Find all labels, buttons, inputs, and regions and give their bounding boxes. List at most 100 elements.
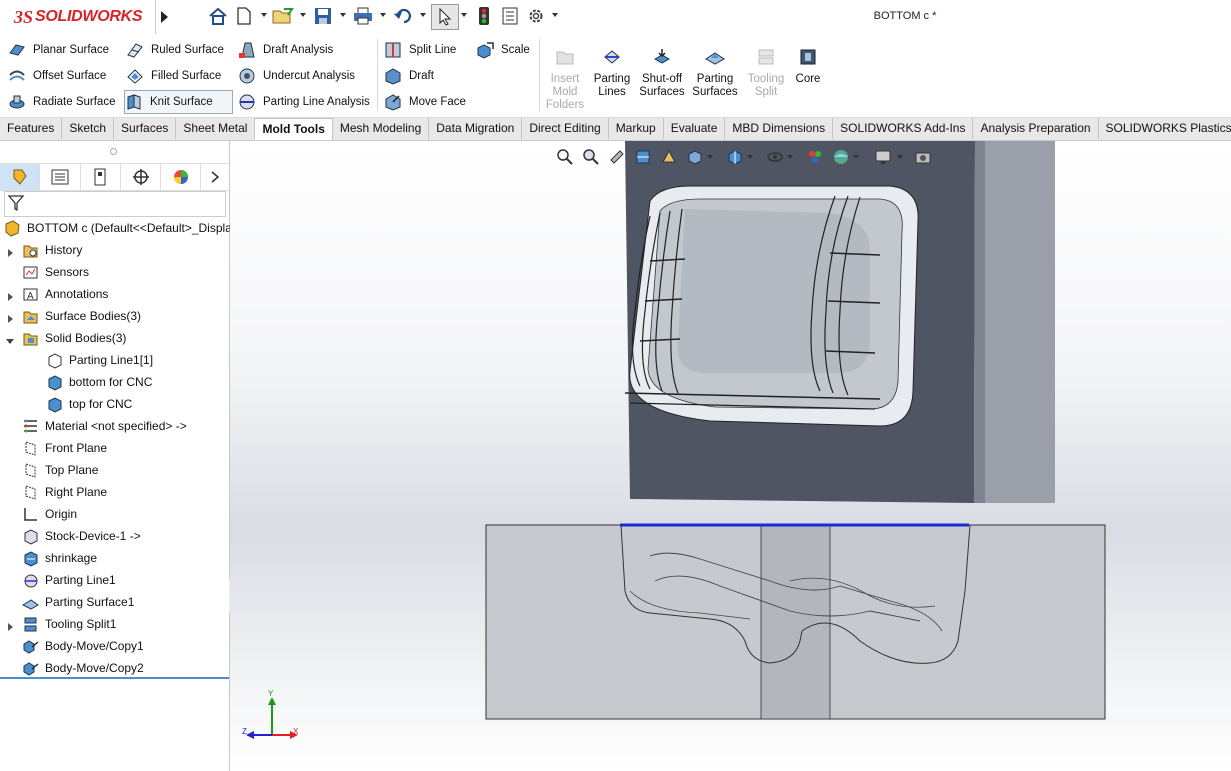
home-icon[interactable] <box>207 6 229 26</box>
move-face-button[interactable]: Move Face <box>384 91 466 113</box>
tab-data-migration[interactable]: Data Migration <box>429 118 523 139</box>
tab-mesh-modeling[interactable]: Mesh Modeling <box>333 118 430 139</box>
tree-item-sensors[interactable]: Sensors <box>0 261 235 283</box>
apply-scene-icon[interactable] <box>832 148 850 166</box>
open-dropdown-chevron-icon[interactable] <box>300 13 306 17</box>
tab-mold-tools[interactable]: Mold Tools <box>255 118 333 140</box>
menu-expand-arrow-icon[interactable] <box>158 7 170 27</box>
display-manager-tab[interactable] <box>161 164 202 190</box>
print-icon[interactable] <box>352 6 374 26</box>
file-properties-icon[interactable] <box>499 6 521 26</box>
scale-button[interactable]: Scale <box>476 39 530 61</box>
edit-appearance-icon[interactable] <box>806 148 824 166</box>
tree-filter-box[interactable] <box>4 191 226 217</box>
expand-chevron-icon[interactable] <box>6 246 14 257</box>
view-orientation-icon[interactable] <box>686 148 704 166</box>
tree-item-annotations[interactable]: A Annotations <box>0 283 235 305</box>
tab-direct-editing[interactable]: Direct Editing <box>522 118 609 139</box>
filter-icon[interactable] <box>7 194 25 212</box>
tab-solidworks-plastics[interactable]: SOLIDWORKS Plastics <box>1099 118 1231 139</box>
tab-sheet-metal[interactable]: Sheet Metal <box>176 118 256 139</box>
panel-tabs-more-chevron-icon[interactable] <box>201 164 229 190</box>
bottom-mold-block[interactable] <box>485 523 1106 720</box>
graphics-area[interactable]: Y Z X <box>230 141 1231 771</box>
draft-analysis-button[interactable]: Draft Analysis <box>238 39 333 61</box>
shut-off-surfaces-button[interactable]: Shut-off Surfaces <box>638 47 686 99</box>
tree-item-top-plane[interactable]: Top Plane <box>0 459 235 481</box>
tab-mbd-dimensions[interactable]: MBD Dimensions <box>725 118 834 139</box>
tree-item-bottom-for-cnc[interactable]: bottom for CNC <box>0 371 259 393</box>
parting-line-analysis-button[interactable]: Parting Line Analysis <box>238 91 370 113</box>
property-manager-tab[interactable] <box>40 164 81 190</box>
ruled-surface-button[interactable]: Ruled Surface <box>126 39 224 61</box>
options-icon[interactable] <box>525 6 547 26</box>
panel-resize-grip[interactable] <box>110 148 117 155</box>
filled-surface-button[interactable]: Filled Surface <box>126 65 221 87</box>
previous-view-icon[interactable] <box>608 148 626 166</box>
open-icon[interactable] <box>272 6 294 26</box>
display-style-chevron-icon[interactable] <box>747 155 753 159</box>
tab-sketch[interactable]: Sketch <box>62 118 115 139</box>
tree-item-tooling-split1[interactable]: Tooling Split1 <box>0 613 235 635</box>
split-line-button[interactable]: Split Line <box>384 39 456 61</box>
new-dropdown-chevron-icon[interactable] <box>261 13 267 17</box>
tab-analysis-preparation[interactable]: Analysis Preparation <box>973 118 1099 139</box>
tree-item-stock-device-1[interactable]: Stock-Device-1 -> <box>0 525 235 547</box>
rebuild-icon[interactable] <box>473 6 495 26</box>
tree-item-top-for-cnc[interactable]: top for CNC <box>0 393 259 415</box>
save-icon[interactable] <box>312 6 334 26</box>
dimxpert-manager-tab[interactable] <box>121 164 162 190</box>
insert-mold-folders-button[interactable]: Insert Mold Folders <box>541 47 589 112</box>
feature-manager-tab[interactable] <box>0 164 41 190</box>
collapse-chevron-icon[interactable] <box>6 334 14 344</box>
hide-show-chevron-icon[interactable] <box>787 155 793 159</box>
section-view-icon[interactable] <box>634 148 652 166</box>
tree-item-body-move-copy2[interactable]: Body-Move/Copy2 <box>0 657 235 679</box>
offset-surface-button[interactable]: Offset Surface <box>8 65 106 87</box>
parting-lines-button[interactable]: Parting Lines <box>588 47 636 99</box>
zoom-to-fit-icon[interactable] <box>556 148 574 166</box>
camera-icon[interactable] <box>914 148 932 166</box>
tab-evaluate[interactable]: Evaluate <box>664 118 726 139</box>
expand-chevron-icon[interactable] <box>6 620 14 631</box>
tree-item-right-plane[interactable]: Right Plane <box>0 481 235 503</box>
parting-surfaces-button[interactable]: Parting Surfaces <box>691 47 739 99</box>
tree-root-part[interactable]: BOTTOM c (Default<<Default>_Displa <box>0 217 233 239</box>
dynamic-annotation-views-icon[interactable] <box>660 148 678 166</box>
hide-show-items-icon[interactable] <box>766 148 784 166</box>
tree-item-parting-line1-1[interactable]: Parting Line1[1] <box>0 349 259 371</box>
view-orientation-chevron-icon[interactable] <box>707 155 713 159</box>
tab-surfaces[interactable]: Surfaces <box>114 118 177 139</box>
top-mold-block[interactable] <box>624 141 1055 503</box>
apply-scene-chevron-icon[interactable] <box>853 155 859 159</box>
undo-dropdown-chevron-icon[interactable] <box>420 13 426 17</box>
configuration-manager-tab[interactable] <box>81 164 121 190</box>
print-dropdown-chevron-icon[interactable] <box>380 13 386 17</box>
radiate-surface-button[interactable]: Radiate Surface <box>8 91 115 113</box>
tree-item-solid-bodies-3[interactable]: Solid Bodies(3) <box>0 327 235 349</box>
tab-markup[interactable]: Markup <box>609 118 664 139</box>
view-settings-chevron-icon[interactable] <box>897 155 903 159</box>
tree-item-surface-bodies-3[interactable]: Surface Bodies(3) <box>0 305 235 327</box>
tree-item-body-move-copy1[interactable]: Body-Move/Copy1 <box>0 635 235 657</box>
solidworks-logo[interactable]: 3S SOLIDWORKS <box>0 0 156 34</box>
draft-button[interactable]: Draft <box>384 65 434 87</box>
save-dropdown-chevron-icon[interactable] <box>340 13 346 17</box>
tree-item-parting-line1[interactable]: Parting Line1 <box>0 569 235 591</box>
display-style-icon[interactable] <box>726 148 744 166</box>
expand-chevron-icon[interactable] <box>6 290 14 301</box>
options-dropdown-chevron-icon[interactable] <box>552 13 558 17</box>
expand-chevron-icon[interactable] <box>6 312 14 323</box>
tree-item-shrinkage[interactable]: shrinkage <box>0 547 235 569</box>
tree-item-parting-surface1[interactable]: Parting Surface1 <box>0 591 235 613</box>
select-dropdown-chevron-icon[interactable] <box>461 13 467 17</box>
view-settings-icon[interactable] <box>874 148 892 166</box>
planar-surface-button[interactable]: Planar Surface <box>8 39 109 61</box>
tree-item-front-plane[interactable]: Front Plane <box>0 437 235 459</box>
new-document-icon[interactable] <box>233 6 255 26</box>
select-icon[interactable] <box>431 4 459 30</box>
zoom-to-area-icon[interactable] <box>582 148 600 166</box>
core-button[interactable]: Core <box>784 47 832 86</box>
tree-item-origin[interactable]: Origin <box>0 503 235 525</box>
knit-surface-button[interactable]: Knit Surface <box>124 90 233 114</box>
